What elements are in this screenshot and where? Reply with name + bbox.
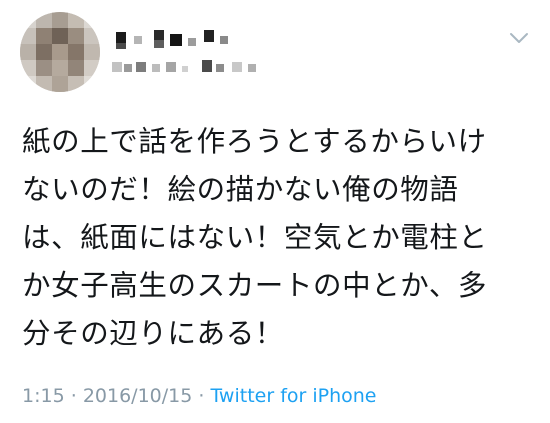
tweet-date[interactable]: 2016/10/15 [83, 385, 193, 407]
chevron-down-icon[interactable] [508, 30, 530, 46]
tweet-text-line: ないのだ！絵の描かない俺の物語 [22, 173, 459, 206]
tweet-source-link[interactable]: Twitter for iPhone [210, 385, 376, 407]
meta-separator: · [70, 385, 77, 407]
tweet-text-line: か女子高生のスカートの中とか、多 [22, 269, 488, 302]
tweet-meta: 1:15 · 2016/10/15 · Twitter for iPhone [22, 384, 377, 408]
meta-separator: · [198, 385, 205, 407]
tweet-text-line: は、紙面にはない！空気とか電柱と [22, 221, 488, 254]
tweet-card: 紙の上で話を作ろうとするからいけ ないのだ！絵の描かない俺の物語 は、紙面にはな… [0, 0, 550, 423]
avatar[interactable] [20, 12, 100, 92]
tweet-text-line: 紙の上で話を作ろうとするからいけ [22, 125, 487, 158]
tweet-text: 紙の上で話を作ろうとするからいけ ないのだ！絵の描かない俺の物語 は、紙面にはな… [22, 118, 532, 358]
tweet-text-line: 分その辺りにある！ [22, 317, 284, 350]
tweet-time[interactable]: 1:15 [22, 385, 65, 407]
user-name-redacted[interactable] [108, 26, 288, 86]
